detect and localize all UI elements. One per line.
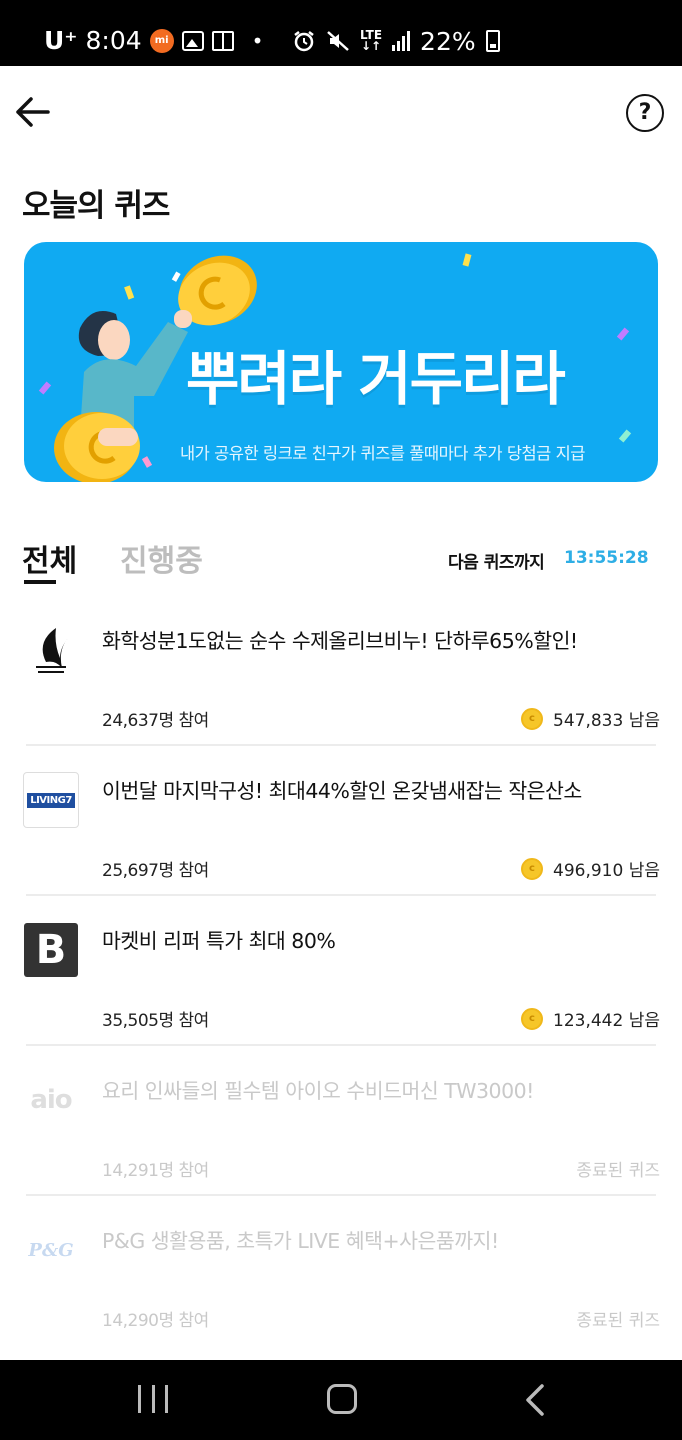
gallery-icon: [181, 31, 204, 51]
help-button[interactable]: ?: [626, 94, 664, 132]
clock: 8:04: [85, 26, 142, 55]
status-left: U⁺ 8:04 mi •: [44, 26, 263, 56]
quiz-participants: 14,290명 참여: [102, 1311, 209, 1331]
banner-title: 뿌려라 거두리라: [186, 345, 566, 413]
aio-logo-text: aio: [30, 1085, 72, 1115]
tab-all[interactable]: 전체: [22, 536, 77, 580]
quiz-participants: 24,637명 참여: [102, 711, 209, 731]
pg-logo-text: P&G: [28, 1239, 74, 1261]
soap-brand-logo: [23, 622, 79, 678]
next-quiz-label: 다음 퀴즈까지: [448, 553, 545, 573]
quiz-participants: 14,291명 참여: [102, 1161, 209, 1181]
lte-indicator: LTE ↓↑: [360, 28, 383, 53]
quiz-ended-status: 종료된 퀴즈: [576, 1311, 660, 1331]
coin-icon: c: [521, 707, 544, 730]
marketb-logo: B: [23, 922, 79, 978]
quiz-participants: 25,697명 참여: [102, 861, 209, 881]
quiz-item[interactable]: B 마켓비 리퍼 특가 최대 80% 35,505명 참여 c 123,442 …: [23, 896, 660, 1046]
mi-app-icon: mi: [149, 29, 174, 53]
signal-icon: [392, 31, 411, 51]
quiz-participants: 35,505명 참여: [102, 1011, 209, 1031]
coin-icon: c: [521, 1007, 544, 1030]
status-right: LTE ↓↑ 22%: [292, 26, 500, 56]
coin-icon: c: [521, 857, 544, 880]
quiz-remaining: c 123,442 남음: [521, 1006, 660, 1031]
living7-logo-text: LIVING7: [27, 792, 75, 808]
remaining-amount: 496,910 남음: [553, 861, 660, 881]
promo-banner[interactable]: 뿌려라 거두리라 내가 공유한 링크로 친구가 퀴즈를 풀때마다 추가 당첨금 …: [24, 242, 658, 482]
tab-ongoing[interactable]: 진행중: [120, 536, 203, 580]
quiz-title: 화학성분1도없는 순수 수제올리브비누! 단하루65%할인!: [102, 629, 578, 653]
recent-apps-icon[interactable]: [138, 1385, 168, 1415]
quiz-ended-status: 종료된 퀴즈: [576, 1161, 660, 1181]
gift-icon: [211, 31, 234, 51]
battery-percent: 22%: [420, 26, 476, 56]
lte-label: LTE: [360, 28, 383, 42]
banner-subtitle: 내가 공유한 링크로 친구가 퀴즈를 풀때마다 추가 당첨금 지급: [180, 444, 585, 463]
mute-icon: [327, 31, 349, 51]
tab-all-underline: [24, 580, 56, 584]
quiz-remaining: c 496,910 남음: [521, 856, 660, 881]
next-quiz-countdown: 13:55:28: [564, 548, 649, 568]
aio-logo: aio: [23, 1072, 79, 1128]
quiz-title: 마켓비 리퍼 특가 최대 80%: [102, 929, 336, 953]
quiz-remaining: c 547,833 남음: [521, 706, 660, 731]
nav-back-icon[interactable]: [520, 1382, 550, 1418]
quiz-item-ended[interactable]: aio 요리 인싸들의 필수템 아이오 수비드머신 TW3000! 14,291…: [23, 1046, 660, 1196]
quiz-title: P&G 생활용품, 초특가 LIVE 혜택+사은품까지!: [102, 1229, 499, 1253]
app-header: ?: [0, 66, 682, 162]
marketb-logo-text: B: [24, 923, 78, 977]
living7-logo: LIVING7: [23, 772, 79, 828]
carrier-label: U⁺: [44, 26, 78, 55]
quiz-title: 요리 인싸들의 필수템 아이오 수비드머신 TW3000!: [102, 1079, 534, 1103]
feather-logo-icon: [36, 628, 68, 673]
back-arrow-icon[interactable]: [12, 92, 52, 132]
alarm-icon: [294, 31, 314, 52]
status-bar: U⁺ 8:04 mi • LTE ↓↑ 22%: [0, 0, 682, 66]
quiz-title: 이번달 마지막구성! 최대44%할인 온갖냄새잡는 작은산소: [102, 779, 582, 803]
page-title: 오늘의 퀴즈: [22, 188, 170, 224]
quiz-item[interactable]: LIVING7 이번달 마지막구성! 최대44%할인 온갖냄새잡는 작은산소 2…: [23, 746, 660, 896]
remaining-amount: 123,442 남음: [553, 1011, 660, 1031]
quiz-tabs: 전체 진행중 다음 퀴즈까지 13:55:28: [22, 536, 662, 586]
quiz-item-ended[interactable]: P&G P&G 생활용품, 초특가 LIVE 혜택+사은품까지! 14,290명…: [23, 1196, 660, 1346]
home-icon[interactable]: [327, 1384, 357, 1414]
quiz-list: 화학성분1도없는 순수 수제올리브비누! 단하루65%할인! 24,637명 참…: [0, 596, 682, 1346]
battery-icon: [485, 30, 500, 52]
system-nav-bar: [0, 1360, 682, 1440]
quiz-item[interactable]: 화학성분1도없는 순수 수제올리브비누! 단하루65%할인! 24,637명 참…: [23, 596, 660, 746]
pg-logo: P&G: [23, 1222, 79, 1278]
more-notifications-dot-icon: •: [251, 29, 264, 53]
remaining-amount: 547,833 남음: [553, 711, 660, 731]
